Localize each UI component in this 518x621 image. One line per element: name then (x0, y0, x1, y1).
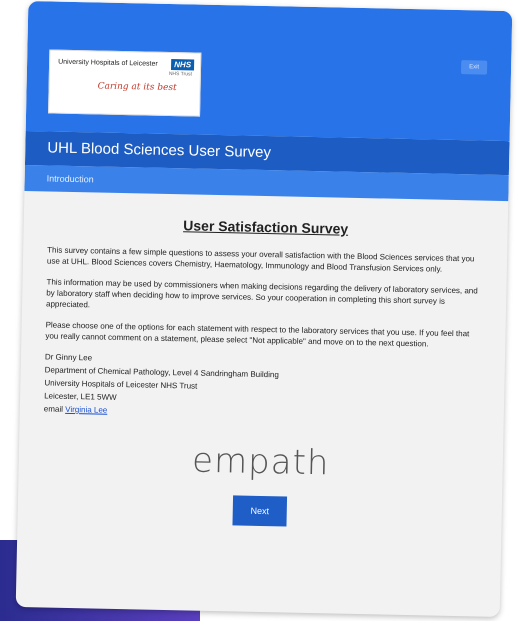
next-button[interactable]: Next (232, 495, 288, 527)
paragraph: Please choose one of the options for eac… (45, 320, 470, 349)
survey-heading: User Satisfaction Survey (183, 217, 349, 237)
content: User Satisfaction Survey This survey con… (18, 191, 509, 531)
email-link[interactable]: Virginia Lee (65, 405, 107, 415)
logo-name: University Hospitals of Leicester (58, 58, 158, 68)
email-prefix: email (43, 404, 64, 414)
logo-tagline: Caring at its best (97, 81, 177, 94)
nhs-logo: NHS (171, 59, 195, 71)
paragraph: This survey contains a few simple questi… (46, 245, 475, 274)
section-label: Introduction (46, 173, 94, 185)
uhl-logo: University Hospitals of Leicester NHS NH… (48, 49, 202, 117)
paragraph: This information may be used by commissi… (45, 277, 478, 310)
contact-block: Dr Ginny Lee Department of Chemical Path… (44, 351, 481, 423)
empath-logo: empath (191, 440, 330, 484)
next-wrap: Next (42, 491, 479, 530)
survey-window: University Hospitals of Leicester NHS NH… (15, 0, 513, 618)
header: University Hospitals of Leicester NHS NH… (25, 0, 513, 142)
exit-button[interactable]: Exit (460, 60, 488, 75)
logo-trust: NHS Trust (168, 70, 192, 78)
page-title: UHL Blood Sciences User Survey (47, 139, 272, 162)
